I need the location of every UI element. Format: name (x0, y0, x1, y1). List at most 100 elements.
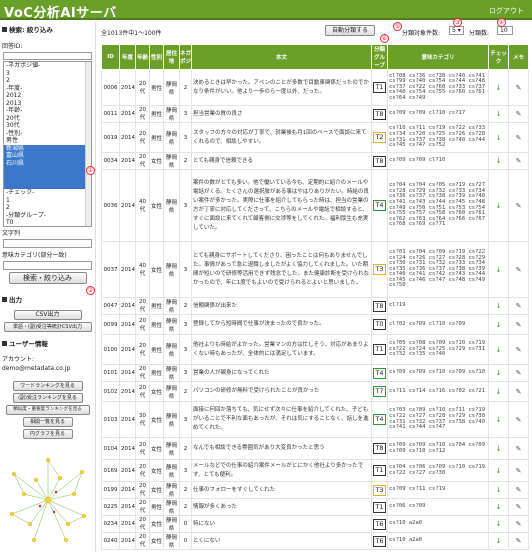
table-row[interactable]: 0047 2014 20代 男性 静岡県 2 信頼関係が出来た T8 cl?19 ↓ ✎ (101, 297, 529, 315)
row-memo[interactable]: ✎ (508, 297, 529, 315)
pencil-icon[interactable]: ✎ (516, 157, 522, 165)
down-arrow-icon[interactable]: ↓ (496, 302, 502, 310)
down-arrow-icon[interactable]: ↓ (496, 503, 502, 511)
pencil-icon[interactable]: ✎ (516, 266, 522, 274)
pencil-icon[interactable]: ✎ (516, 369, 522, 377)
row-check[interactable]: ↓ (488, 314, 509, 335)
row-memo[interactable]: ✎ (508, 381, 529, 402)
row-memo[interactable]: ✎ (508, 364, 529, 382)
pencil-icon[interactable]: ✎ (516, 520, 522, 528)
auto-classify-button[interactable]: 自動分類する (325, 25, 376, 36)
down-arrow-icon[interactable]: ↓ (496, 202, 502, 210)
pencil-icon[interactable]: ✎ (516, 84, 522, 92)
pencil-icon[interactable]: ✎ (516, 134, 522, 142)
pencil-icon[interactable]: ✎ (516, 467, 522, 475)
pie-chart-button[interactable]: 円グラフを見る (22, 429, 73, 439)
pref-option-selected[interactable]: 新潟県 (4, 144, 91, 152)
table-row[interactable]: 0101 2014 20代 男性 静岡県 3 営業の人が親身になってくれた T4 cs?09 c… (101, 364, 529, 382)
table-row[interactable]: 0104 2014 20代 女性 静岡県 2 なんでも相談できる雰囲気があり大変良かったと思… (101, 437, 529, 460)
row-check[interactable]: ↓ (488, 437, 509, 460)
table-row[interactable]: 0099 2014 20代 男性 静岡県 3 登録してから短時間で仕事が決まったので良かった… (101, 314, 529, 335)
row-check[interactable]: ↓ (488, 105, 509, 123)
row-check[interactable]: ↓ (488, 152, 509, 170)
pencil-icon[interactable]: ✎ (516, 110, 522, 118)
down-arrow-icon[interactable]: ↓ (496, 445, 502, 453)
table-row[interactable]: 0019 2014 20代 男性 静岡県 3 スタッフの方々の対応が丁寧で、就業後も月1回の… (101, 122, 529, 153)
down-arrow-icon[interactable]: ↓ (496, 486, 502, 494)
target-count-select[interactable]: 5 ▾ (449, 26, 464, 35)
table-row[interactable]: 0037 2014 40代 女性 静岡県 3 とても親身にサポートしてくださり、困ったことは… (101, 241, 529, 298)
row-memo[interactable]: ✎ (508, 401, 529, 438)
network-graph[interactable] (4, 454, 92, 546)
down-arrow-icon[interactable]: ↓ (496, 84, 502, 92)
table-row[interactable]: 0240 2014 20代 女性 静岡県 0 とくにない T6 cs?10 a2a0 ↓ ✎ (101, 532, 529, 550)
row-memo[interactable]: ✎ (508, 105, 529, 123)
row-check[interactable]: ↓ (488, 515, 509, 533)
table-row[interactable]: 0006 2014 20代 男性 静岡県 2 決めるときは早かった。アペンのことが多数で目動… (101, 69, 529, 106)
table-row[interactable]: 0169 2014 20代 女性 静岡県 3 メールなどでの仕事の紹介案件メールがとにかく他… (101, 459, 529, 482)
down-arrow-icon[interactable]: ↓ (496, 537, 502, 545)
pref-option-selected[interactable]: 石川県 (4, 159, 91, 167)
row-check[interactable]: ↓ (488, 459, 509, 482)
pencil-icon[interactable]: ✎ (516, 537, 522, 545)
row-memo[interactable]: ✎ (508, 437, 529, 460)
search-button[interactable]: 検索・絞り込み (8, 272, 87, 284)
down-arrow-icon[interactable]: ↓ (496, 369, 502, 377)
pencil-icon[interactable]: ✎ (516, 445, 522, 453)
down-arrow-icon[interactable]: ↓ (496, 321, 502, 329)
pencil-icon[interactable]: ✎ (516, 202, 522, 210)
row-check[interactable]: ↓ (488, 401, 509, 438)
word-ranking-button[interactable]: ワードランキングを見る (12, 381, 83, 391)
pencil-icon[interactable]: ✎ (516, 346, 522, 354)
row-check[interactable]: ↓ (488, 69, 509, 106)
down-arrow-icon[interactable]: ↓ (496, 266, 502, 274)
pencil-icon[interactable]: ✎ (516, 321, 522, 329)
row-memo[interactable]: ✎ (508, 532, 529, 550)
table-row[interactable]: 0034 2014 20代 女性 静岡県 2 とても親身で信頼できる T8 cs?09 cs?0… (101, 152, 529, 170)
down-arrow-icon[interactable]: ↓ (496, 346, 502, 354)
bigram-ranking-button[interactable]: (副)受注ランキングを見る (12, 393, 83, 403)
csv-output-button[interactable]: CSV出力 (13, 310, 82, 320)
row-memo[interactable]: ✎ (508, 314, 529, 335)
pencil-icon[interactable]: ✎ (516, 503, 522, 511)
class-count-input[interactable]: 10 (497, 26, 513, 35)
row-memo[interactable]: ✎ (508, 498, 529, 516)
row-memo[interactable]: ✎ (508, 122, 529, 153)
row-check[interactable]: ↓ (488, 364, 509, 382)
similarity-ranking-button[interactable]: 類似度・重要度ランキングを見る (5, 405, 90, 415)
answer-id-input[interactable] (3, 52, 92, 60)
row-memo[interactable]: ✎ (508, 241, 529, 298)
filter-listbox[interactable]: -ネガポジ値- 3 2 -年度- 2012 2013 -年齢- 20代 30代 … (3, 61, 92, 227)
row-check[interactable]: ↓ (488, 169, 509, 242)
row-memo[interactable]: ✎ (508, 152, 529, 170)
category-input[interactable] (3, 261, 92, 270)
text-input[interactable] (3, 239, 92, 248)
pref-option-selected[interactable]: 富山県 (4, 152, 91, 160)
table-row[interactable]: 0234 2014 20代 女性 静岡県 0 特にない T6 cs?10 a2a0 ↓ ✎ (101, 515, 529, 533)
down-arrow-icon[interactable]: ↓ (496, 134, 502, 142)
stats-csv-button[interactable]: 単語・(副)受注等統計CSV出力 (3, 322, 92, 332)
row-check[interactable]: ↓ (488, 532, 509, 550)
pencil-icon[interactable]: ✎ (516, 416, 522, 424)
row-check[interactable]: ↓ (488, 498, 509, 516)
row-check[interactable]: ↓ (488, 481, 509, 499)
down-arrow-icon[interactable]: ↓ (496, 416, 502, 424)
table-row[interactable]: 0102 2014 20代 女性 静岡県 2 パソコンの研修が無料で受けられたことが良かった… (101, 381, 529, 402)
row-memo[interactable]: ✎ (508, 169, 529, 242)
table-row[interactable]: 0225 2014 20代 男性 静岡県 2 情報が多くあった T1 cs?06 cs?09 ↓ ✎ (101, 498, 529, 516)
row-memo[interactable]: ✎ (508, 459, 529, 482)
row-check[interactable]: ↓ (488, 334, 509, 365)
table-row[interactable]: 0011 2014 20代 男性 静岡県 3 担当営業の質の良さ T8 cs?09 cs?09 … (101, 105, 529, 123)
row-check[interactable]: ↓ (488, 122, 509, 153)
table-row[interactable]: 0199 2014 20代 女性 静岡県 2 仕事のフォローをすぐしてくれた T3 cs?09 … (101, 481, 529, 499)
row-check[interactable]: ↓ (488, 241, 509, 298)
row-check[interactable]: ↓ (488, 297, 509, 315)
row-check[interactable]: ↓ (488, 381, 509, 402)
down-arrow-icon[interactable]: ↓ (496, 520, 502, 528)
table-row[interactable]: 0100 2014 20代 男性 静岡県 3 他社よりも時給がよかった。営業マンの方は忙しそ… (101, 334, 529, 365)
logout-link[interactable]: ログアウト (489, 6, 524, 16)
pencil-icon[interactable]: ✎ (516, 388, 522, 396)
pencil-icon[interactable]: ✎ (516, 302, 522, 310)
correlation-button[interactable]: 相関一覧を見る (22, 417, 73, 427)
down-arrow-icon[interactable]: ↓ (496, 110, 502, 118)
